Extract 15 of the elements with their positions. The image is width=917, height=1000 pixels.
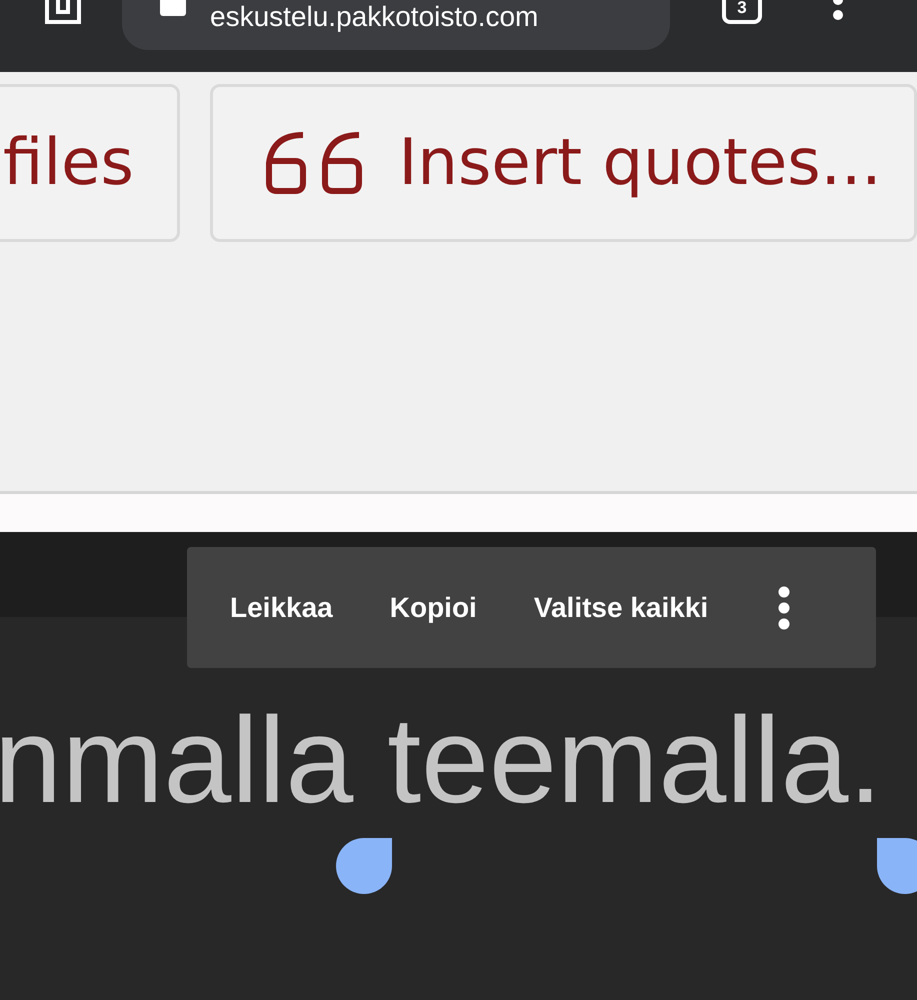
- selection-handle[interactable]: [336, 838, 392, 894]
- address-bar[interactable]: eskustelu.pakkotoisto.com: [122, 0, 670, 50]
- menu-item[interactable]: Valitse kaikki: [534, 592, 708, 624]
- home-icon[interactable]: [44, 0, 82, 26]
- selection-handle[interactable]: [877, 838, 917, 894]
- menu-icon[interactable]: [832, 0, 844, 22]
- menu-item[interactable]: Leikkaa: [230, 592, 333, 624]
- lock-icon: [160, 0, 186, 16]
- files-button[interactable]: files: [0, 84, 180, 242]
- menu-item[interactable]: Kopioi: [390, 592, 477, 624]
- url-text: eskustelu.pakkotoisto.com: [210, 0, 538, 34]
- tab-switcher-button[interactable]: 3: [722, 0, 762, 24]
- insert-quotes-button[interactable]: Insert quotes...: [210, 84, 917, 242]
- selected-text: nmalla teemalla.: [0, 691, 882, 830]
- more-icon[interactable]: [778, 586, 790, 630]
